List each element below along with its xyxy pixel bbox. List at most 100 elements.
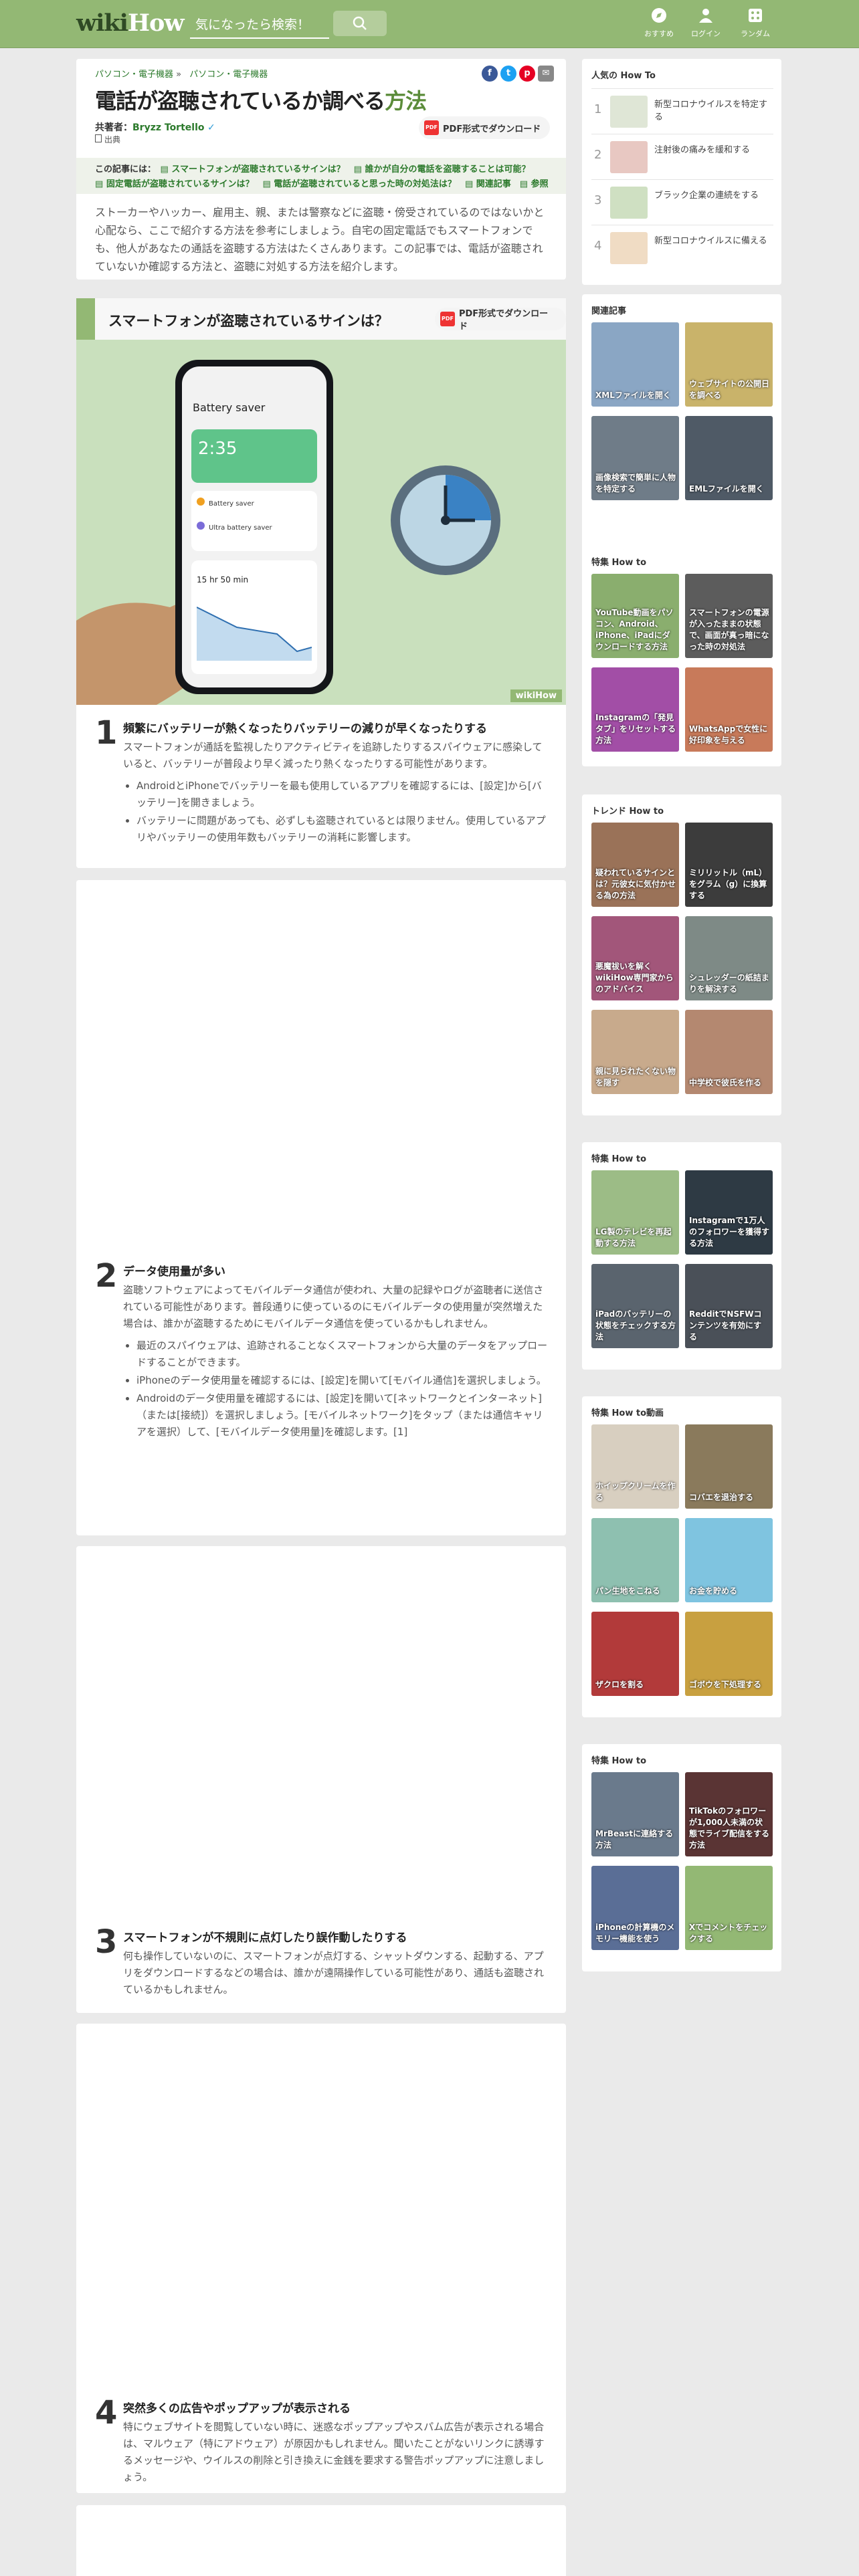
facebook-share-icon[interactable]: f <box>482 66 498 82</box>
related-tile[interactable]: EMLファイルを開く <box>685 416 773 500</box>
featured-tile[interactable]: MrBeastに連絡する方法 <box>591 1772 679 1856</box>
thumbnail-image <box>610 96 648 128</box>
featured-tile[interactable]: iPadのバッテリーの状態をチェックする方法 <box>591 1264 679 1348</box>
table-of-contents: この記事には： ▤ スマートフォンが盗聴されているサインは？ ▤ 誰かが自分の電… <box>76 158 566 194</box>
video-tile[interactable]: パン生地をこねる <box>591 1518 679 1602</box>
step-bullet: iPhoneのデータ使用量を確認するには、[設定]を開いて[モバイル通信]を選択… <box>136 1372 549 1389</box>
trend-tile[interactable]: シュレッダーの紙詰まりを解決する <box>685 916 773 1000</box>
featured-tile[interactable]: WhatsAppで女性に好印象を与える <box>685 667 773 752</box>
nav-login[interactable]: ログイン <box>682 7 729 39</box>
featured-howto-card: 特集 How to LG製のテレビを再起動する方法 Instagramで1万人の… <box>582 1142 781 1370</box>
site-header: wikiHow おすすめ ログイン ランダム <box>0 0 859 48</box>
step-title: データ使用量が多い <box>123 1265 225 1279</box>
compass-icon <box>652 8 666 23</box>
trend-howto-card: トレンド How to 疑われているサインとは？元彼女に気付かせる為の方法 ミリ… <box>582 794 781 1115</box>
thumbnail-image <box>610 187 648 219</box>
popular-item[interactable]: 2 注射後の痛みを緩和する <box>591 134 773 179</box>
step-text: 何も操作していないのに、スマートフォンが点灯する、シャットダウンする、起動する、… <box>123 1950 544 1996</box>
featured-tile[interactable]: Instagramの「発見タブ」をリセットする方法 <box>591 667 679 752</box>
video-tile[interactable]: ゴボウを下処理する <box>685 1612 773 1696</box>
pdf-icon: PDF <box>440 312 455 326</box>
step-2-card: 2 データ使用量が多い 盗聴ソフトウェアによってモバイルデータ通信が使われ、大量… <box>76 880 566 1535</box>
toc-link[interactable]: 参照 <box>531 179 549 189</box>
featured-tile[interactable]: TikTokのフォロワーが1,000人未満の状態でライブ配信をする方法 <box>685 1772 773 1856</box>
popular-item[interactable]: 1 新型コロナウイルスを特定する <box>591 88 773 134</box>
featured-howto-card: 特集 How to MrBeastに連絡する方法 TikTokのフォロワーが1,… <box>582 1744 781 1971</box>
toc-link[interactable]: スマートフォンが盗聴されているサインは？ <box>171 165 345 175</box>
document-icon <box>95 134 102 142</box>
trend-tile[interactable]: 悪魔祓いを解くwikiHow専門家からのアドバイス <box>591 916 679 1000</box>
popular-item[interactable]: 3 ブラック企業の連続をする <box>591 179 773 225</box>
nav-recommend[interactable]: おすすめ <box>636 7 682 39</box>
trend-tile[interactable]: 疑われているサインとは？元彼女に気付かせる為の方法 <box>591 823 679 907</box>
step-title: 頻繁にバッテリーが熱くなったりバッテリーの減りが早くなったりする <box>123 722 487 736</box>
search-button[interactable] <box>333 11 387 36</box>
featured-tile[interactable]: Instagramで1万人のフォロワーを獲得する方法 <box>685 1170 773 1255</box>
popular-howto-card: 人気の How To 1 新型コロナウイルスを特定する 2 注射後の痛みを緩和する … <box>582 59 781 285</box>
wikihow-logo[interactable]: wikiHow <box>76 9 185 37</box>
video-tile[interactable]: ザクロを割る <box>591 1612 679 1696</box>
step-text: 特にウェブサイトを閲覧していない時に、迷惑なポップアップやスパム広告が表示される… <box>123 2421 545 2483</box>
trend-tile[interactable]: 中学校で彼氏を作る <box>685 1010 773 1094</box>
author-line: 共著者：Bryzz Tortello ✓ <box>95 122 215 133</box>
video-tile[interactable]: お金を貯める <box>685 1518 773 1602</box>
related-tile[interactable]: 画像検索で簡単に人物を特定する <box>591 416 679 500</box>
step-bullet: AndroidとiPhoneでバッテリーを最も使用しているアプリを確認するには、… <box>136 778 549 811</box>
phone-screen: Battery saver 2:35 Battery saver Ultra b… <box>182 366 326 687</box>
author-link[interactable]: Bryzz Tortello <box>132 122 205 133</box>
related-tile[interactable]: ウェブサイトの公開日を調べる <box>685 322 773 407</box>
sources-label: 出典 <box>95 134 120 145</box>
step-title: スマートフォンが不規則に点灯したり誤作動したりする <box>123 1931 407 1945</box>
search-input[interactable] <box>190 12 329 37</box>
breadcrumb-link[interactable]: パソコン・電子機器 <box>95 70 173 80</box>
intro-text: ストーカーやハッカー、雇用主、親、または警察などに盗聴・傍受されているのではない… <box>95 206 545 273</box>
search-icon <box>353 16 367 30</box>
phone-mockup: Battery saver 2:35 Battery saver Ultra b… <box>175 360 333 694</box>
featured-tile[interactable]: スマートフォンの電源が入ったままの状態で、画面が真っ暗になった時の対処法 <box>685 574 773 658</box>
step-illustration: Battery saver 2:35 Battery saver Ultra b… <box>76 340 566 705</box>
toc-link[interactable]: 固定電話が盗聴されているサインは？ <box>106 179 254 189</box>
toc-link[interactable]: 電話が盗聴されていると思った時の対処法は？ <box>274 179 456 189</box>
step-4-card: 4 突然多くの広告やポップアップが表示される 特にウェブサイトを閲覧していない時… <box>76 2024 566 2493</box>
trend-tile[interactable]: 親に見られたくない物を隠す <box>591 1010 679 1094</box>
ultra-saver-icon <box>197 522 205 530</box>
pdf-download-button[interactable]: PDF PDF形式でダウンロード <box>419 116 551 139</box>
step-5-card <box>76 2505 566 2576</box>
thumbnail-image <box>610 232 648 264</box>
toc-link[interactable]: 誰かが自分の電話を盗聴することは可能？ <box>365 165 530 175</box>
toc-link[interactable]: 関連記事 <box>476 179 511 189</box>
twitter-share-icon[interactable]: t <box>500 66 516 82</box>
featured-tile[interactable]: RedditでNSFWコンテンツを有効にする <box>685 1264 773 1348</box>
breadcrumb-link[interactable]: パソコン・電子機器 <box>189 70 268 80</box>
nav-random[interactable]: ランダム <box>732 7 779 39</box>
step-bullet: Androidのデータ使用量を確認するには、[設定]を開いて[ネットワークとイン… <box>136 1390 549 1440</box>
random-icon <box>749 9 762 22</box>
breadcrumb: パソコン・電子機器 » パソコン・電子機器 <box>95 70 268 80</box>
featured-tile[interactable]: iPhoneの計算機のメモリー機能を使う <box>591 1866 679 1950</box>
featured-video-card: 特集 How to動画 ホイップクリームを作る コバエを退治する パン生地をこね… <box>582 1396 781 1717</box>
step-text: スマートフォンが通話を監視したりアクティビティを追跡したりするスパイウェアに感染… <box>123 741 543 770</box>
video-tile[interactable]: ホイップクリームを作る <box>591 1424 679 1509</box>
featured-tile[interactable]: YouTube動画をパソコン、Android、iPhone、iPadにダウンロー… <box>591 574 679 658</box>
page-title: 電話が盗聴されているか調べる方法 <box>95 88 427 114</box>
battery-saver-icon <box>197 498 205 506</box>
pdf-icon: PDF <box>424 120 439 135</box>
step-bullet: バッテリーに問題があっても、必ずしも盗聴されているとは限りません。使用しているア… <box>136 813 549 846</box>
trend-tile[interactable]: ミリリットル（mL）をグラム（g）に換算する <box>685 823 773 907</box>
featured-tile[interactable]: LG製のテレビを再起動する方法 <box>591 1170 679 1255</box>
popular-item[interactable]: 4 新型コロナウイルスに備える <box>591 225 773 270</box>
section-pdf-button[interactable]: PDF PDF形式でダウンロード <box>435 308 566 332</box>
related-tile[interactable]: XMLファイルを開く <box>591 322 679 407</box>
watermark-logo: wikiHow <box>510 689 562 702</box>
step-text: 盗聴ソフトウェアによってモバイルデータ通信が使われ、大量の記録やログが盗聴者に送… <box>123 1284 544 1329</box>
featured-tile[interactable]: Xでコメントをチェックする <box>685 1866 773 1950</box>
video-tile[interactable]: コバエを退治する <box>685 1424 773 1509</box>
step-title: 突然多くの広告やポップアップが表示される <box>123 2402 351 2416</box>
email-share-icon[interactable]: ✉ <box>538 66 554 82</box>
battery-graph <box>197 607 312 661</box>
thumbnail-image <box>610 141 648 173</box>
featured-howto-card: 特集 How to YouTube動画をパソコン、Android、iPhone、… <box>582 546 781 766</box>
pinterest-share-icon[interactable]: p <box>519 66 535 82</box>
search-bar <box>190 12 329 39</box>
user-icon <box>699 9 712 23</box>
